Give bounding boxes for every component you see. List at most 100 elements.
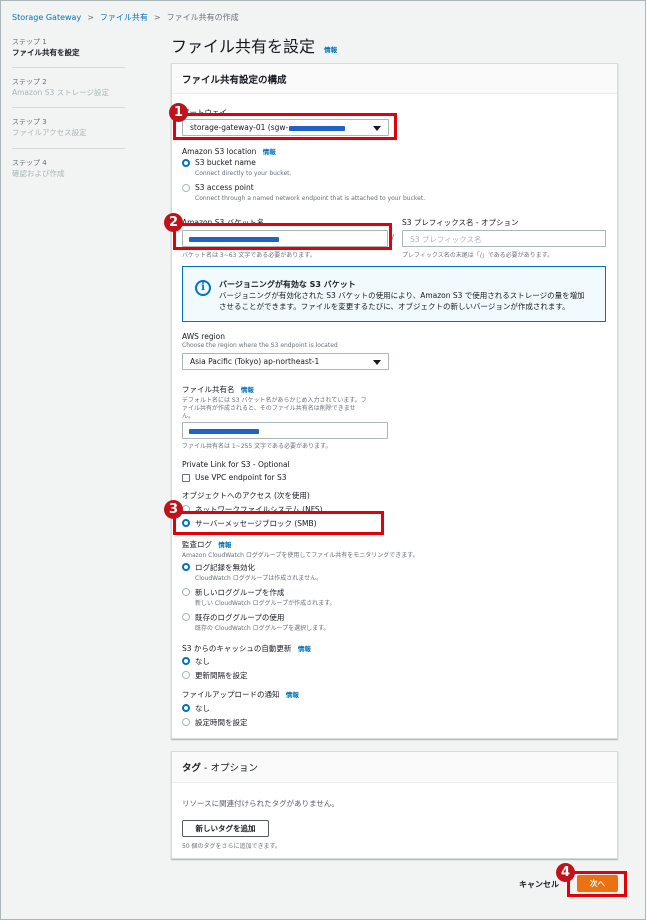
- prefix-placeholder: S3 プレフィックス名: [410, 235, 482, 244]
- cache-refresh-label-text: S3 からのキャッシュの自動更新: [182, 644, 292, 653]
- s3-access-point-desc: Connect through a named network endpoint…: [195, 195, 426, 202]
- bucket-name-hint: バケット名は 3~63 文字である必要があります。: [182, 252, 316, 259]
- annotation-badge-2: 2: [164, 213, 183, 232]
- step-2-number: ステップ 2: [12, 78, 47, 86]
- new-log-group-radio[interactable]: [182, 588, 190, 596]
- existing-log-group-radio[interactable]: [182, 613, 190, 621]
- step-3-number: ステップ 3: [12, 118, 47, 126]
- info-link[interactable]: 情報: [286, 691, 299, 699]
- breadcrumb-chevron-icon: >: [153, 13, 161, 22]
- prefix-input[interactable]: S3 プレフィックス名: [402, 230, 606, 247]
- upload-none-radio[interactable]: [182, 704, 190, 712]
- share-name-desc-3: ん。: [182, 413, 195, 420]
- region-select[interactable]: Asia Pacific (Tokyo) ap-northeast-1: [182, 353, 389, 370]
- info-link[interactable]: 情報: [241, 386, 254, 394]
- info-circle-icon: i: [195, 280, 211, 296]
- step-divider: [12, 148, 125, 149]
- cache-interval-radio[interactable]: [182, 671, 190, 679]
- highlight-box-gateway: [173, 113, 397, 140]
- tags-title: タグ: [182, 763, 202, 774]
- step-3-title: ファイルアクセス設定: [12, 128, 87, 137]
- upload-notify-label: ファイルアップロードの通知 情報: [182, 689, 299, 700]
- info-link[interactable]: 情報: [324, 46, 337, 54]
- console-page: Storage Gateway > ファイル共有 > ファイル共有の作成 ステップ 1 …: [0, 0, 646, 920]
- annotation-badge-1: 1: [169, 103, 188, 122]
- tags-title-suffix: - オプション: [201, 763, 258, 774]
- alert-line-1: バージョニングが有効化された S3 バケットの使用により、Amazon S3 で…: [219, 291, 585, 300]
- existing-log-group-desc: 既存の CloudWatch ロググループを選択します。: [195, 625, 330, 632]
- page-title: ファイル共有を設定 情報: [171, 33, 337, 57]
- s3-location-label-text: Amazon S3 location: [182, 147, 257, 156]
- add-tag-button[interactable]: 新しいタグを追加: [182, 820, 269, 837]
- annotation-badge-3: 3: [164, 500, 183, 519]
- cache-interval-option: 更新間隔を設定: [195, 671, 248, 680]
- step-2-title: Amazon S3 ストレージ設定: [12, 88, 109, 97]
- share-name-desc-2: ァイル共有が作成されると、そのファイル共有名は削除できませ: [182, 405, 356, 412]
- highlight-box-smb: [173, 511, 384, 535]
- cache-none-radio[interactable]: [182, 657, 190, 665]
- existing-log-group-option: 既存のロググループの使用: [195, 613, 285, 622]
- share-name-input[interactable]: [182, 422, 388, 439]
- cancel-button[interactable]: キャンセル: [519, 879, 559, 890]
- breadcrumb-chevron-icon: >: [87, 13, 94, 22]
- step-4-title: 確認および作成: [12, 169, 65, 178]
- upload-notify-label-text: ファイルアップロードの通知: [182, 690, 280, 699]
- breadcrumb: Storage Gateway > ファイル共有 > ファイル共有の作成: [12, 12, 239, 23]
- tags-panel-title: タグ - オプション: [182, 760, 258, 774]
- highlight-box-bucket: [173, 223, 392, 250]
- step-1-number: ステップ 1: [12, 38, 47, 46]
- audit-log-label: 監査ログ 情報: [182, 539, 231, 550]
- step-divider: [12, 107, 125, 108]
- s3-location-label: Amazon S3 location 情報: [182, 146, 276, 156]
- annotation-badge-4: 4: [556, 863, 575, 882]
- share-name-label: ファイル共有名 情報: [182, 384, 254, 395]
- share-name-label-text: ファイル共有名: [182, 385, 235, 394]
- cache-refresh-label: S3 からのキャッシュの自動更新 情報: [182, 643, 311, 654]
- breadcrumb-current: ファイル共有の作成: [166, 13, 239, 22]
- step-1-title: ファイル共有を設定: [12, 48, 80, 57]
- breadcrumb-file-share[interactable]: ファイル共有: [100, 13, 148, 22]
- disable-logging-desc: CloudWatch ロググループは作成されません。: [195, 575, 323, 582]
- step-divider: [12, 67, 125, 68]
- region-select-value: Asia Pacific (Tokyo) ap-northeast-1: [190, 357, 320, 366]
- new-log-group-option: 新しいロググループを作成: [195, 588, 285, 597]
- region-desc: Choose the region where the S3 endpoint …: [182, 342, 338, 349]
- info-link[interactable]: 情報: [263, 148, 276, 156]
- region-label: AWS region: [182, 332, 226, 341]
- prefix-hint: プレフィックス名の末尾は「/」である必要があります。: [402, 252, 554, 259]
- s3-access-point-option: S3 access point: [195, 183, 254, 192]
- private-link-label: Private Link for S3 - Optional: [182, 460, 290, 469]
- share-name-hint: ファイル共有名は 1~255 文字である必要があります。: [182, 443, 332, 450]
- alert-line-2: させることができます。ファイルを変更するたびに、オブジェクトの新しいバージョンが…: [219, 302, 570, 311]
- tags-hint: 50 個のタグをさらに追加できます。: [182, 843, 281, 850]
- redaction-mark: [189, 429, 259, 434]
- prefix-label: S3 プレフィックス名 - オプション: [402, 218, 519, 227]
- s3-bucket-name-radio[interactable]: [182, 159, 190, 167]
- info-link[interactable]: 情報: [298, 645, 311, 653]
- vpc-endpoint-checkbox[interactable]: [182, 474, 190, 482]
- s3-access-point-radio[interactable]: [182, 184, 190, 192]
- new-log-group-desc: 新しい CloudWatch ロググループが作成されます。: [195, 600, 336, 607]
- tags-empty-text: リソースに関連付けられたタグがありません。: [182, 799, 339, 808]
- upload-time-option: 設定時間を設定: [195, 718, 248, 727]
- step-4-number: ステップ 4: [12, 159, 47, 167]
- upload-time-radio[interactable]: [182, 718, 190, 726]
- s3-bucket-name-option: S3 bucket name: [195, 158, 256, 167]
- alert-title: バージョニングが有効な S3 バケット: [219, 280, 356, 289]
- vpc-endpoint-label: Use VPC endpoint for S3: [195, 473, 287, 482]
- upload-none-option: なし: [195, 704, 210, 713]
- page-title-text: ファイル共有を設定: [171, 37, 316, 56]
- disable-logging-option: ログ記録を無効化: [195, 563, 255, 572]
- config-panel-title: ファイル共有設定の構成: [182, 75, 287, 86]
- s3-bucket-name-desc: Connect directly to your bucket.: [195, 170, 292, 177]
- access-label: オブジェクトへのアクセス (次を使用): [182, 491, 310, 500]
- cache-none-option: なし: [195, 657, 210, 666]
- audit-log-desc: Amazon CloudWatch ロググループを使用してファイル共有をモニタリ…: [182, 552, 419, 559]
- chevron-down-icon: [373, 360, 381, 365]
- versioning-info-alert: i バージョニングが有効な S3 バケット バージョニングが有効化された S3 …: [182, 266, 606, 322]
- audit-log-label-text: 監査ログ: [182, 540, 212, 549]
- disable-logging-radio[interactable]: [182, 563, 190, 571]
- info-link[interactable]: 情報: [218, 541, 231, 549]
- highlight-box-next: [567, 871, 627, 897]
- breadcrumb-storage-gateway[interactable]: Storage Gateway: [12, 13, 81, 22]
